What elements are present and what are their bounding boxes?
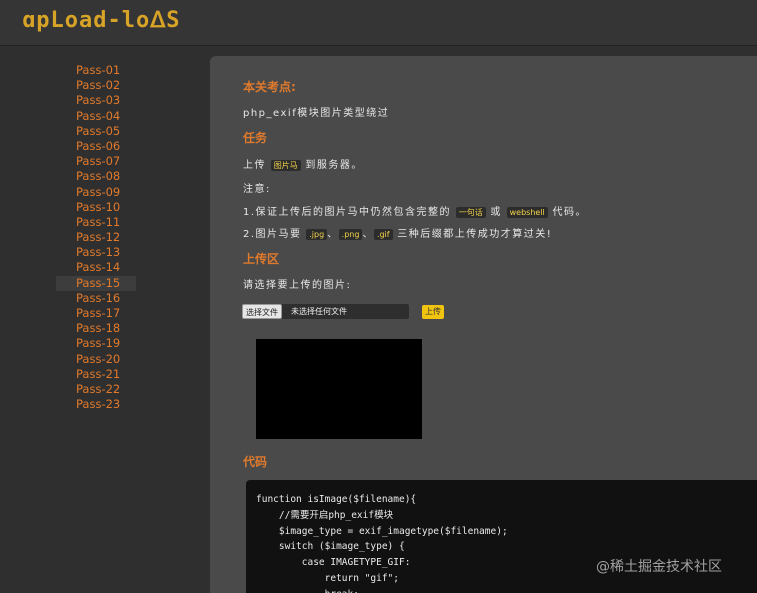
sidebar-item-pass-17[interactable]: Pass-17: [56, 306, 136, 321]
note2-suffix: 三种后缀都上传成功才算过关!: [397, 229, 553, 240]
note1-suffix: 代码。: [552, 207, 587, 218]
file-input[interactable]: 选择文件 未选择任何文件: [242, 304, 409, 319]
sidebar-item-pass-06[interactable]: Pass-06: [56, 139, 136, 154]
topic-title: 本关考点:: [243, 80, 296, 94]
task-title: 任务: [243, 131, 268, 145]
note-1: 1.保证上传后的图片马中仍然包含完整的 一句话 或 webshell 代码。: [243, 203, 587, 218]
code-text: function isImage($filename){ //需要开启php_e…: [256, 494, 508, 593]
file-status: 未选择任何文件: [291, 307, 347, 316]
sidebar-item-pass-23[interactable]: Pass-23: [56, 397, 136, 412]
top-bar: ɑpLoad-loᐃS: [0, 0, 757, 46]
note1-badge-webshell: webshell: [506, 207, 548, 218]
note2-sep-2: 、: [362, 229, 374, 240]
topic-text: php_exif模块图片类型绕过: [243, 108, 390, 119]
sidebar-item-pass-04[interactable]: Pass-04: [56, 109, 136, 124]
note-label: 注意:: [243, 184, 271, 195]
sidebar-item-pass-08[interactable]: Pass-08: [56, 169, 136, 184]
sidebar-item-pass-01[interactable]: Pass-01: [56, 63, 136, 78]
sidebar-item-pass-13[interactable]: Pass-13: [56, 245, 136, 260]
note1-badge-oneliner: 一句话: [455, 207, 486, 218]
sidebar-item-pass-18[interactable]: Pass-18: [56, 321, 136, 336]
sidebar-item-pass-12[interactable]: Pass-12: [56, 230, 136, 245]
sidebar: Pass-01 Pass-02 Pass-03 Pass-04 Pass-05 Pass-…: [0, 46, 210, 593]
upload-title: 上传区: [243, 252, 280, 266]
sidebar-item-pass-10[interactable]: Pass-10: [56, 200, 136, 215]
note1-mid: 或: [490, 207, 502, 218]
sidebar-item-pass-21[interactable]: Pass-21: [56, 367, 136, 382]
sidebar-item-pass-14[interactable]: Pass-14: [56, 260, 136, 275]
sidebar-item-pass-07[interactable]: Pass-07: [56, 154, 136, 169]
sidebar-item-pass-15[interactable]: Pass-15: [56, 275, 136, 291]
choose-file-button[interactable]: 选择文件: [242, 304, 282, 319]
sidebar-item-pass-11[interactable]: Pass-11: [56, 215, 136, 230]
app-logo[interactable]: ɑpLoad-loᐃS: [22, 8, 181, 33]
code-title: 代码: [243, 455, 268, 469]
sidebar-item-pass-03[interactable]: Pass-03: [56, 93, 136, 108]
pass-nav: Pass-01 Pass-02 Pass-03 Pass-04 Pass-05 Pass-…: [56, 63, 136, 412]
note2-ext-png: .png: [338, 229, 363, 240]
sidebar-item-pass-05[interactable]: Pass-05: [56, 124, 136, 139]
sidebar-item-pass-22[interactable]: Pass-22: [56, 382, 136, 397]
task-badge: 图片马: [270, 160, 301, 171]
note-2: 2.图片马要 .jpg、 .png、 .gif 三种后缀都上传成功才算过关!: [243, 225, 552, 240]
note1-prefix: 1.保证上传后的图片马中仍然包含完整的: [243, 207, 452, 218]
upload-button[interactable]: 上传: [422, 305, 444, 319]
sidebar-item-pass-09[interactable]: Pass-09: [56, 185, 136, 200]
image-preview: [256, 339, 422, 439]
sidebar-item-pass-20[interactable]: Pass-20: [56, 352, 136, 367]
sidebar-item-pass-19[interactable]: Pass-19: [56, 336, 136, 351]
code-block: function isImage($filename){ //需要开启php_e…: [246, 480, 757, 593]
sidebar-item-pass-16[interactable]: Pass-16: [56, 291, 136, 306]
watermark: @稀土掘金技术社区: [596, 559, 722, 575]
page: ɑpLoad-loᐃS Pass-01 Pass-02 Pass-03 Pass-04…: [0, 0, 757, 593]
sidebar-item-pass-02[interactable]: Pass-02: [56, 78, 136, 93]
main-panel: 本关考点: php_exif模块图片类型绕过 任务 上传 图片马 到服务器。 注…: [210, 56, 757, 593]
note2-ext-jpg: .jpg: [306, 229, 328, 240]
task-prefix: 上传: [243, 160, 266, 171]
note2-prefix: 2.图片马要: [243, 229, 302, 240]
note2-ext-gif: .gif: [373, 229, 393, 240]
task-suffix: 到服务器。: [305, 160, 363, 171]
upload-prompt: 请选择要上传的图片:: [243, 280, 352, 291]
note2-sep-1: 、: [327, 229, 339, 240]
task-text: 上传 图片马 到服务器。: [243, 156, 363, 171]
